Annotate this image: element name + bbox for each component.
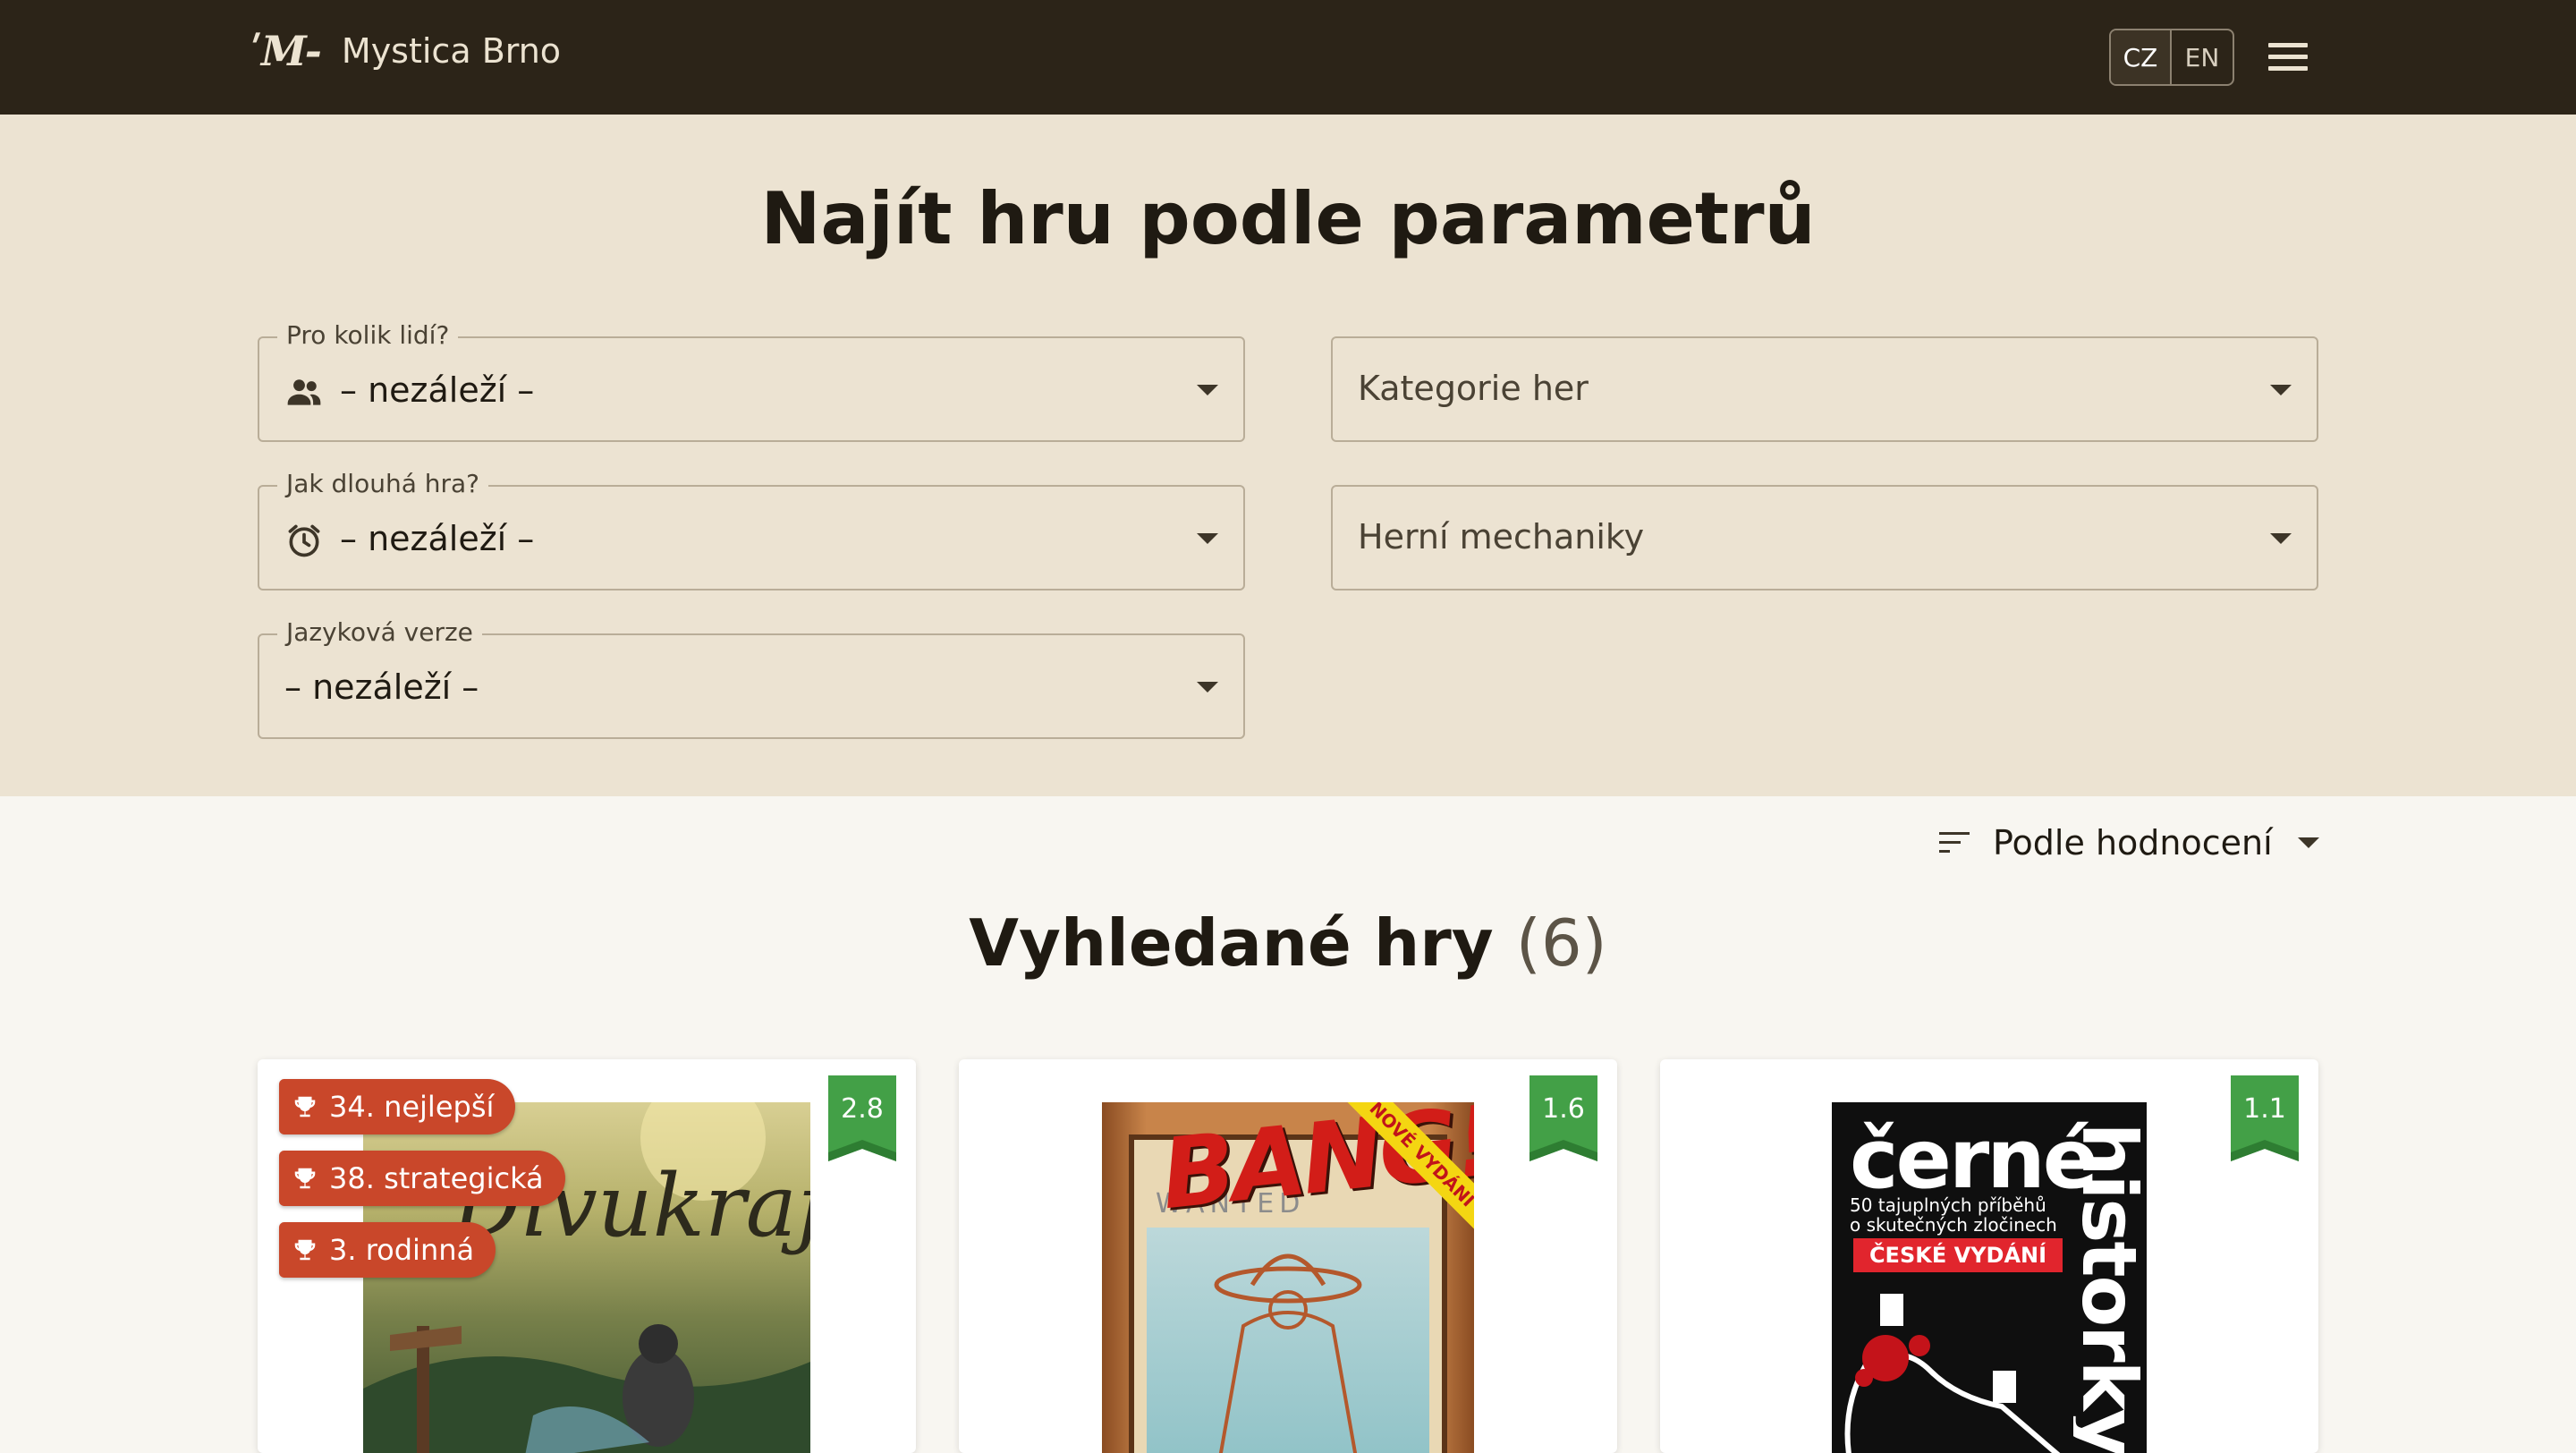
cover-tagline: 50 tajuplných příběhů o skutečných zloči…	[1850, 1195, 2057, 1235]
language-select[interactable]: Jazyková verze – nezáleží –	[258, 617, 1245, 739]
game-card[interactable]: WANTED BANG! NOVÉ VYDÁNÍ 1.6	[959, 1059, 1617, 1453]
trophy-icon	[294, 1168, 316, 1189]
cover-tagline-line1: 50 tajuplných příběhů	[1850, 1194, 2046, 1216]
rank-tag[interactable]: 38. strategická	[279, 1151, 565, 1206]
rank-tag-label: 34. nejlepší	[329, 1090, 495, 1124]
poster-art	[1147, 1228, 1429, 1453]
cover-side-wrapper: historky	[2073, 1102, 2145, 1453]
rank-tag-label: 38. strategická	[329, 1161, 544, 1195]
game-cover-image[interactable]: černé 50 tajuplných příběhů o skutečných…	[1832, 1102, 2147, 1453]
duration-value: – nezáleží –	[340, 519, 535, 558]
chevron-down-icon	[1197, 533, 1218, 544]
rating-badge: 2.8	[828, 1075, 896, 1161]
sort-icon	[1939, 832, 1970, 853]
cover-side-title: historky	[2073, 1122, 2145, 1453]
players-legend: Pro kolik lidí?	[277, 320, 459, 350]
sort-label: Podle hodnocení	[1993, 823, 2273, 862]
chevron-down-icon	[2297, 837, 2319, 848]
rank-tag-label: 3. rodinná	[329, 1233, 475, 1267]
language-value: – nezáleží –	[284, 667, 479, 707]
mechanics-select[interactable]: Herní mechaniky	[1331, 485, 2318, 591]
chevron-down-icon	[2270, 385, 2292, 395]
language-switcher: CZ EN	[2109, 29, 2234, 86]
brand-logo-mark: ʹM-	[250, 27, 322, 75]
rating-value: 1.6	[1542, 1093, 1585, 1125]
rank-tag[interactable]: 34. nejlepší	[279, 1079, 516, 1134]
categories-select[interactable]: Kategorie her	[1331, 336, 2318, 442]
rating-value: 1.1	[2243, 1093, 2286, 1125]
rating-badge: 1.6	[1530, 1075, 1597, 1161]
trophy-icon	[294, 1239, 316, 1261]
language-cz-button[interactable]: CZ	[2111, 30, 2172, 84]
mechanics-placeholder: Herní mechaniky	[1358, 517, 1645, 557]
brand-name: Mystica Brno	[341, 31, 562, 71]
brand-link[interactable]: ʹM- Mystica Brno	[250, 27, 561, 75]
page-title: Najít hru podle parametrů	[760, 177, 1816, 260]
duration-legend: Jak dlouhá hra?	[277, 469, 489, 498]
game-card[interactable]: černé 50 tajuplných příběhů o skutečných…	[1660, 1059, 2318, 1453]
cowboy-sketch	[1214, 1253, 1362, 1453]
chevron-down-icon	[1197, 385, 1218, 395]
results-title: Vyhledané hry (6)	[0, 905, 2576, 981]
results-count: (6)	[1515, 905, 1607, 981]
trophy-icon	[294, 1096, 316, 1117]
people-icon	[287, 379, 321, 405]
rating-badge: 1.1	[2231, 1075, 2299, 1161]
players-select[interactable]: Pro kolik lidí? – nezáleží –	[258, 320, 1245, 442]
hamburger-menu-icon[interactable]	[2263, 36, 2313, 79]
sort-dropdown[interactable]: Podle hodnocení	[1937, 823, 2319, 862]
alarm-clock-icon	[288, 524, 320, 557]
game-cover-image[interactable]: WANTED BANG! NOVÉ VYDÁNÍ	[1102, 1102, 1474, 1453]
game-card[interactable]: Divukraj 34. nejlepší 38. strategická 3.…	[258, 1059, 916, 1453]
czech-edition-badge: ČESKÉ VYDÁNÍ	[1853, 1238, 2063, 1272]
cover-tagline-line2: o skutečných zločinech	[1850, 1214, 2057, 1236]
cover-title: černé	[1850, 1111, 2098, 1207]
results-title-text: Vyhledané hry	[969, 905, 1494, 981]
chalk-outline-art	[1844, 1294, 2061, 1453]
rating-value: 2.8	[841, 1093, 884, 1125]
language-legend: Jazyková verze	[277, 617, 482, 647]
rank-tag[interactable]: 3. rodinná	[279, 1222, 496, 1278]
top-navigation-bar: ʹM- Mystica Brno CZ EN	[0, 0, 2576, 115]
chevron-down-icon	[2270, 533, 2292, 544]
players-value: – nezáleží –	[340, 370, 535, 410]
chevron-down-icon	[1197, 682, 1218, 693]
duration-select[interactable]: Jak dlouhá hra? – nezáleží –	[258, 469, 1245, 591]
categories-placeholder: Kategorie her	[1358, 369, 1589, 408]
language-en-button[interactable]: EN	[2172, 30, 2233, 84]
